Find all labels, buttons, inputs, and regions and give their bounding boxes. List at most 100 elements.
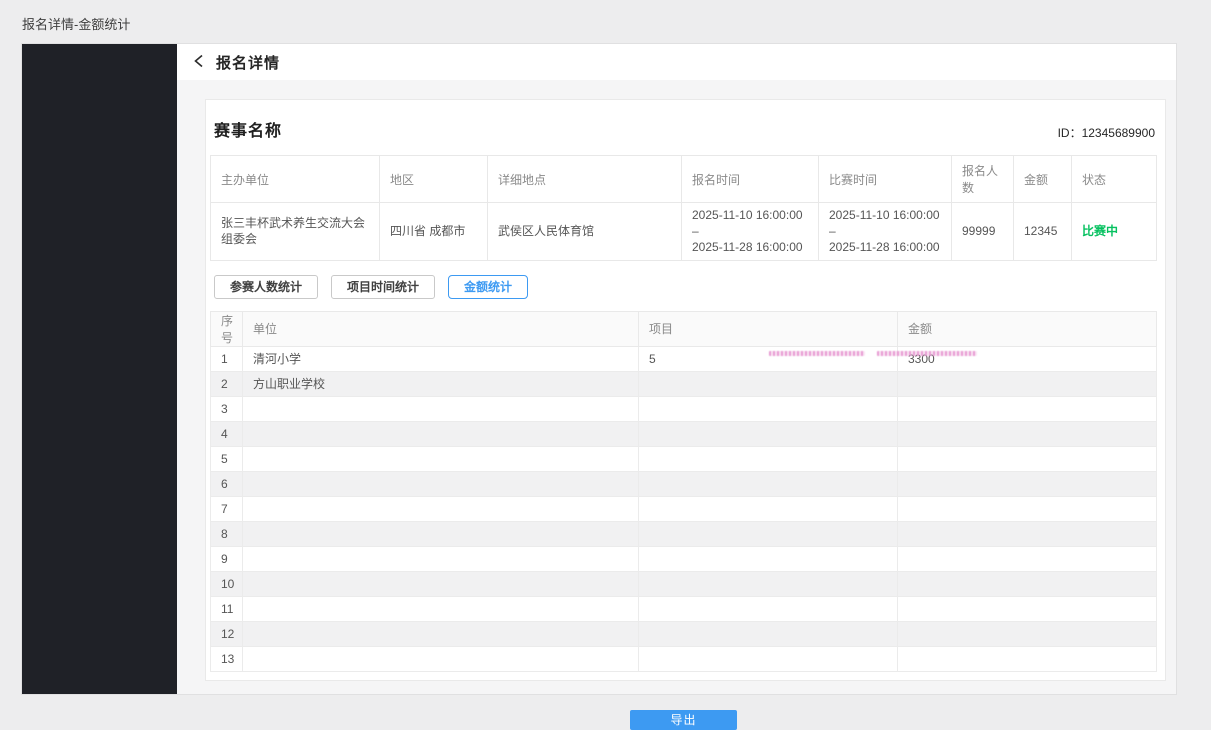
- content-area: 报名详情 赛事名称 ID：12345689900 主办单位 地区 详细地点 报名…: [177, 44, 1176, 694]
- table-cell: [639, 496, 898, 521]
- event-header-row: 主办单位 地区 详细地点 报名时间 比赛时间 报名人数 金额 状态: [211, 156, 1157, 203]
- signup-time-line1: 2025-11-10 16:00:00 –: [692, 207, 808, 239]
- table-cell: 11: [211, 596, 243, 621]
- table-cell: [243, 646, 639, 671]
- table-row: 6: [211, 471, 1157, 496]
- table-cell: [639, 571, 898, 596]
- table-cell: 清河小学: [243, 346, 639, 371]
- table-cell: [898, 546, 1157, 571]
- col-organizer: 主办单位: [211, 156, 380, 203]
- table-row: 2方山职业学校: [211, 371, 1157, 396]
- event-info-table: 主办单位 地区 详细地点 报名时间 比赛时间 报名人数 金额 状态 张三丰杯武术…: [210, 155, 1157, 261]
- table-cell: 6: [211, 471, 243, 496]
- export-row: 导出: [210, 710, 1157, 730]
- table-cell: [639, 646, 898, 671]
- match-time-line2: 2025-11-28 16:00:00: [829, 239, 941, 255]
- tab-project-time-stat[interactable]: 项目时间统计: [331, 275, 435, 299]
- event-name-title: 赛事名称: [214, 117, 282, 141]
- table-cell: [243, 521, 639, 546]
- table-cell: [243, 571, 639, 596]
- region-cell: 四川省 成都市: [380, 203, 488, 261]
- table-cell: [639, 521, 898, 546]
- table-cell: [898, 421, 1157, 446]
- stats-table-wrap: 序号 单位 项目 金额 1清河小学533002方山职业学校34567891011…: [210, 311, 1157, 672]
- table-row: 9: [211, 546, 1157, 571]
- col-unit: 单位: [243, 311, 639, 346]
- table-cell: [639, 421, 898, 446]
- table-cell: [898, 571, 1157, 596]
- table-cell: 7: [211, 496, 243, 521]
- stats-table-body: 1清河小学533002方山职业学校345678910111213: [211, 346, 1157, 671]
- page-title: 报名详情: [216, 52, 280, 73]
- sidebar: [22, 44, 177, 694]
- table-cell: [898, 521, 1157, 546]
- topbar: 报名详情: [177, 44, 1176, 80]
- table-cell: 3300: [898, 346, 1157, 371]
- table-cell: 9: [211, 546, 243, 571]
- table-cell: 方山职业学校: [243, 371, 639, 396]
- stat-tabs: 参赛人数统计 项目时间统计 金额统计: [214, 275, 1157, 299]
- organizer-cell: 张三丰杯武术养生交流大会组委会: [211, 203, 380, 261]
- col-signup-count: 报名人数: [952, 156, 1014, 203]
- col-region: 地区: [380, 156, 488, 203]
- table-cell: [243, 496, 639, 521]
- signup-count-cell: 99999: [952, 203, 1014, 261]
- table-row: 10: [211, 571, 1157, 596]
- table-cell: [639, 621, 898, 646]
- table-cell: 10: [211, 571, 243, 596]
- table-cell: 13: [211, 646, 243, 671]
- col-venue: 详细地点: [488, 156, 682, 203]
- tab-amount-stat[interactable]: 金额统计: [448, 275, 528, 299]
- table-cell: [639, 446, 898, 471]
- table-row: 12: [211, 621, 1157, 646]
- stats-header-row: 序号 单位 项目 金额: [211, 311, 1157, 346]
- table-cell: [243, 446, 639, 471]
- table-row: 13: [211, 646, 1157, 671]
- match-time-line1: 2025-11-10 16:00:00 –: [829, 207, 941, 239]
- table-cell: [639, 396, 898, 421]
- table-cell: 8: [211, 521, 243, 546]
- export-button[interactable]: 导出: [630, 710, 737, 730]
- table-cell: [243, 546, 639, 571]
- table-cell: [898, 596, 1157, 621]
- table-row: 1清河小学53300: [211, 346, 1157, 371]
- table-cell: 5: [211, 446, 243, 471]
- table-cell: [898, 446, 1157, 471]
- table-cell: [898, 646, 1157, 671]
- table-row: 4: [211, 421, 1157, 446]
- tab-participants-stat[interactable]: 参赛人数统计: [214, 275, 318, 299]
- artboard-title: 报名详情-金额统计: [22, 14, 130, 33]
- back-button[interactable]: [192, 54, 205, 71]
- table-cell: 2: [211, 371, 243, 396]
- venue-cell: 武侯区人民体育馆: [488, 203, 682, 261]
- detail-panel: 赛事名称 ID：12345689900 主办单位 地区 详细地点 报名时间 比赛…: [205, 99, 1166, 681]
- table-cell: [898, 496, 1157, 521]
- table-cell: 3: [211, 396, 243, 421]
- table-cell: [898, 621, 1157, 646]
- col-money: 金额: [898, 311, 1157, 346]
- event-id-value: 12345689900: [1082, 126, 1155, 140]
- match-time-cell: 2025-11-10 16:00:00 – 2025-11-28 16:00:0…: [819, 203, 952, 261]
- col-index: 序号: [211, 311, 243, 346]
- panel-head: 赛事名称 ID：12345689900: [210, 113, 1157, 155]
- table-cell: [639, 546, 898, 571]
- table-cell: [639, 371, 898, 396]
- col-match-time: 比赛时间: [819, 156, 952, 203]
- table-cell: 1: [211, 346, 243, 371]
- event-id: ID：12345689900: [1058, 124, 1155, 141]
- table-cell: [639, 596, 898, 621]
- table-cell: [898, 471, 1157, 496]
- table-cell: [243, 621, 639, 646]
- table-row: 8: [211, 521, 1157, 546]
- table-cell: [898, 396, 1157, 421]
- table-row: 7: [211, 496, 1157, 521]
- table-cell: [243, 421, 639, 446]
- back-chevron-icon: [192, 54, 205, 71]
- table-row: 11: [211, 596, 1157, 621]
- table-cell: 12: [211, 621, 243, 646]
- col-signup-time: 报名时间: [682, 156, 819, 203]
- table-cell: [243, 471, 639, 496]
- signup-time-cell: 2025-11-10 16:00:00 – 2025-11-28 16:00:0…: [682, 203, 819, 261]
- table-cell: [243, 596, 639, 621]
- table-cell: 4: [211, 421, 243, 446]
